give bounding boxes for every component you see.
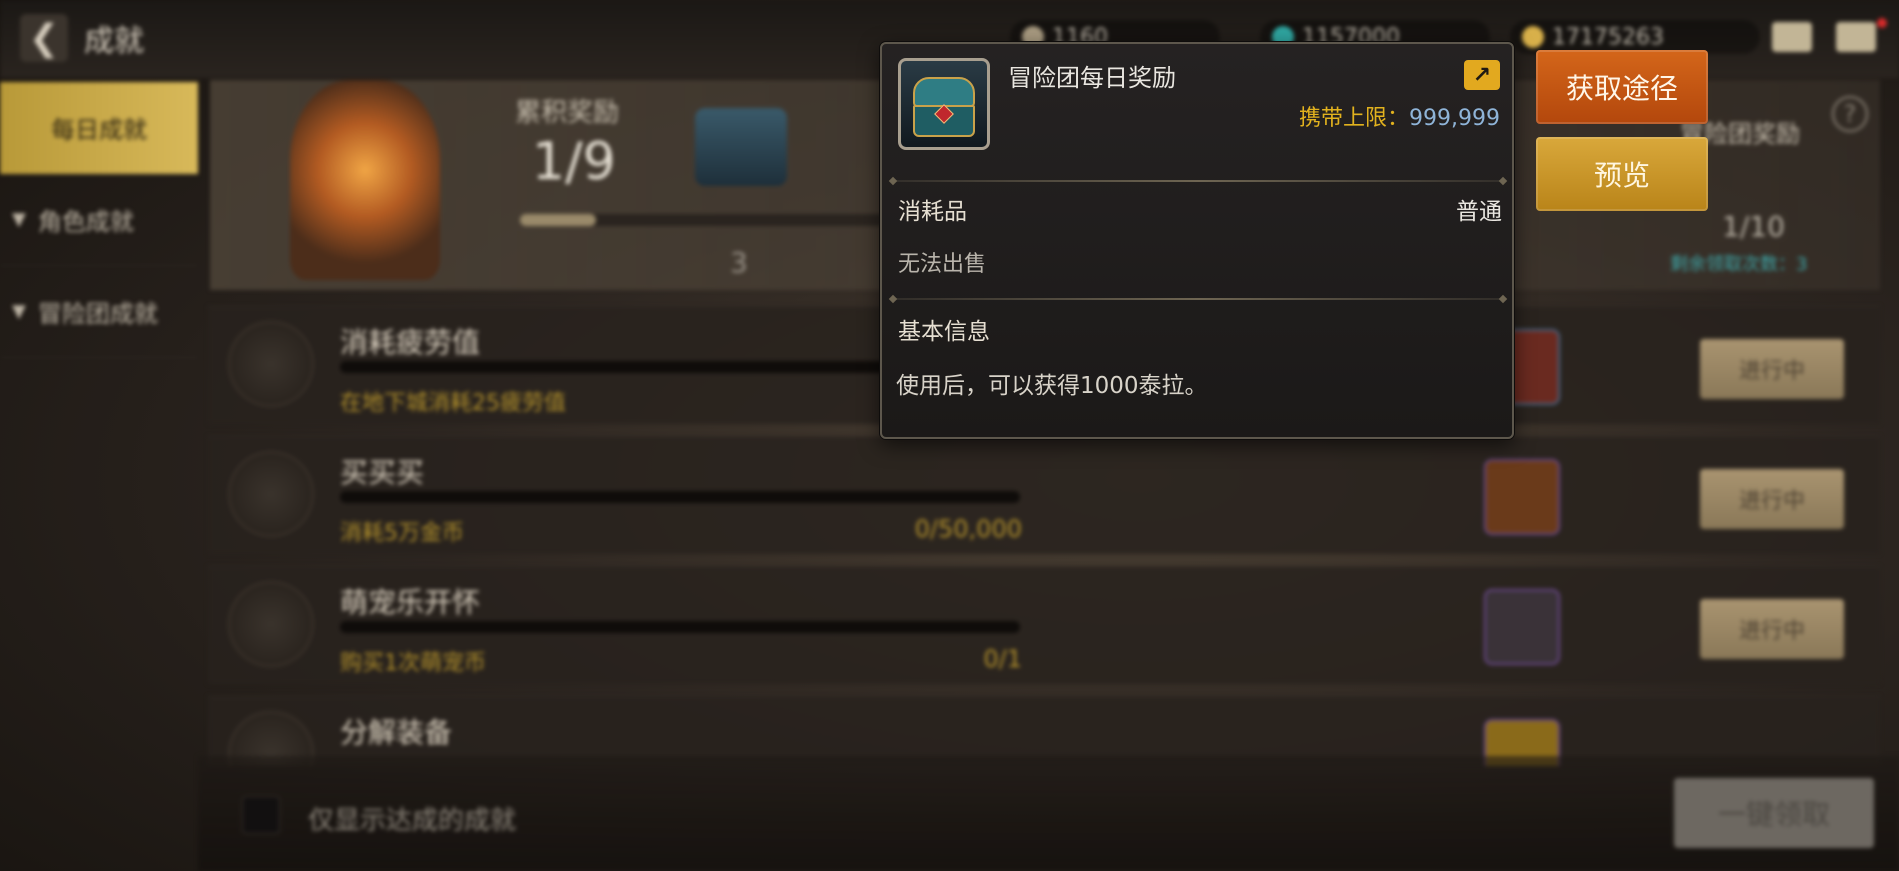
reward-item-icon[interactable] [1484, 589, 1560, 665]
button-label: 进行中 [1738, 359, 1805, 384]
notification-dot [1877, 18, 1887, 28]
button-label: 一键领取 [1717, 798, 1830, 831]
sidebar-item-label: 角色成就 [37, 208, 134, 236]
adventure-reward-count: 1/10 [1722, 210, 1785, 243]
item-name: 冒险团每日奖励 [1008, 64, 1176, 92]
achievement-desc: 消耗5万金币 [340, 521, 464, 546]
divider [892, 180, 1504, 182]
achievement-emblem-icon [228, 451, 314, 537]
list-item: 买买买 消耗5万金币 0/50,000 进行中 [208, 436, 1880, 554]
sidebar-item-character[interactable]: ▼ 角色成就 [0, 174, 198, 266]
list-item: 萌宠乐开怀 购买1次萌宠币 0/1 进行中 [208, 566, 1880, 684]
preview-button[interactable]: 预览 [1536, 137, 1708, 211]
carry-limit-value: 999,999 [1409, 106, 1500, 131]
cumulative-label: 累积奖励 [515, 98, 620, 128]
claim-all-button[interactable]: 一键领取 [1674, 778, 1874, 848]
sidebar-item-label: 每日成就 [51, 116, 147, 144]
in-progress-button[interactable]: 进行中 [1700, 469, 1844, 529]
back-arrow-icon: ❮ [20, 14, 68, 62]
sell-status: 无法出售 [898, 252, 987, 277]
cumulative-progress [520, 214, 900, 226]
cumulative-value: 1/9 [532, 132, 616, 192]
sidebar: 每日成就 ▼ 角色成就 ▼ 冒险团成就 [0, 82, 198, 782]
achievement-desc: 购买1次萌宠币 [340, 651, 486, 676]
achievement-emblem-icon [228, 581, 314, 667]
achieved-only-label: 仅显示达成的成就 [308, 806, 517, 836]
item-type: 消耗品 [898, 199, 967, 225]
remaining-claims: 剩余领取次数：3 [1670, 254, 1808, 275]
sidebar-item-label: 冒险团成就 [37, 300, 158, 328]
button-label: 预览 [1593, 159, 1650, 192]
milestone-count: 3 [730, 246, 748, 279]
treasure-chest-icon [898, 58, 990, 150]
achievement-title: 分解装备 [340, 716, 453, 749]
button-label: 进行中 [1738, 489, 1805, 514]
achievement-desc: 在地下城消耗25疲劳值 [340, 391, 566, 416]
achievement-progress-value: 0/1 [983, 645, 1022, 673]
in-progress-button[interactable]: 进行中 [1700, 599, 1844, 659]
chat-icon[interactable] [1836, 22, 1876, 52]
currency-slot-3[interactable]: 17175263 [1510, 20, 1760, 54]
item-tooltip: 冒险团每日奖励 ↗ 携带上限：999,999 消耗品 普通 无法出售 基本信息 … [880, 42, 1514, 439]
currency-value: 17175263 [1552, 24, 1664, 50]
share-icon[interactable]: ↗ [1464, 60, 1500, 90]
mail-icon[interactable] [1772, 22, 1812, 52]
button-label: 进行中 [1738, 619, 1805, 644]
button-label: 获取途径 [1565, 72, 1678, 105]
gold-icon [1522, 26, 1544, 48]
sidebar-item-adventure[interactable]: ▼ 冒险团成就 [0, 266, 198, 358]
chevron-down-icon: ▼ [12, 209, 26, 230]
achievement-progress-bar [340, 491, 1020, 503]
achievement-title: 萌宠乐开怀 [340, 586, 481, 619]
reward-item-icon[interactable] [1484, 459, 1560, 535]
reward-chest-icon[interactable] [695, 108, 787, 186]
page-title: 成就 [84, 24, 144, 59]
achievement-title: 消耗疲劳值 [340, 326, 481, 359]
achievement-title: 买买买 [340, 456, 425, 489]
basic-info-text: 使用后，可以获得1000泰拉。 [896, 373, 1208, 399]
achieved-only-checkbox[interactable] [242, 796, 280, 834]
medal-emblem [290, 80, 440, 280]
achievement-progress-bar [340, 621, 1020, 633]
achievement-progress-value: 0/50,000 [914, 515, 1022, 543]
chevron-down-icon: ▼ [12, 301, 26, 322]
back-button[interactable]: ❮ 成就 [20, 12, 188, 64]
get-source-button[interactable]: 获取途径 [1536, 50, 1708, 124]
help-icon[interactable]: ? [1832, 96, 1868, 132]
item-grade: 普通 [1456, 199, 1502, 225]
carry-limit-label: 携带上限： [1299, 106, 1410, 131]
in-progress-button[interactable]: 进行中 [1700, 339, 1844, 399]
carry-limit: 携带上限：999,999 [1299, 100, 1500, 132]
sidebar-item-daily[interactable]: 每日成就 [0, 82, 198, 174]
achievement-emblem-icon [228, 321, 314, 407]
divider [892, 298, 1504, 300]
basic-info-heading: 基本信息 [898, 319, 990, 345]
